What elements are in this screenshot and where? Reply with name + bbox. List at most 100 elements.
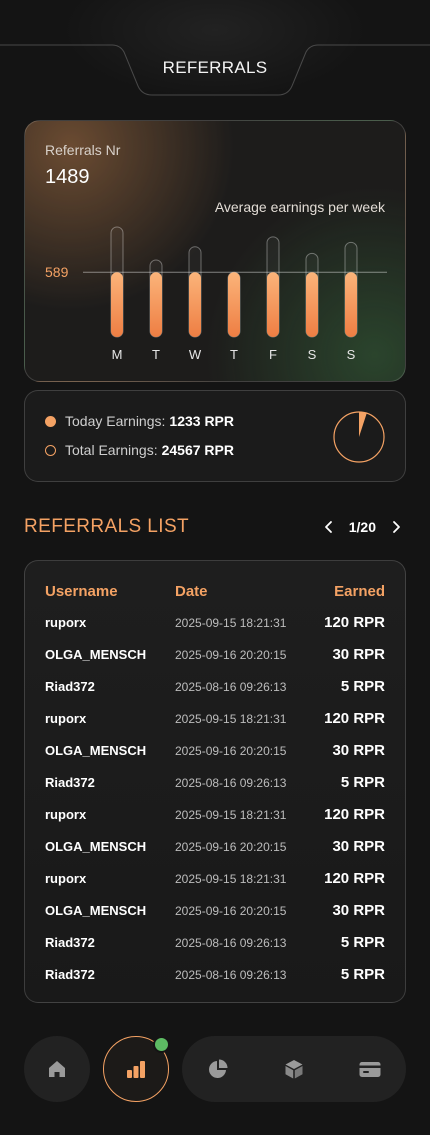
nav-pie-button[interactable] [190,1036,246,1102]
header-tab-outline [0,44,430,96]
table-row[interactable]: ruporx 2025-09-15 18:21:31 120 RPR [25,799,405,831]
x-tick-label: M [112,347,123,362]
date-cell: 2025-08-16 09:26:13 [175,776,287,790]
bar-5[interactable] [306,272,318,337]
table-row[interactable]: Riad372 2025-08-16 09:26:13 5 RPR [25,767,405,799]
notification-badge [153,1036,170,1053]
x-tick-label: F [269,347,277,362]
username-cell: ruporx [45,711,87,726]
table-row[interactable]: Riad372 2025-08-16 09:26:13 5 RPR [25,671,405,703]
column-header-date[interactable]: Date [175,583,208,600]
date-cell: 2025-08-16 09:26:13 [175,936,287,950]
referrals-label: Referrals Nr [45,142,121,158]
column-header-username[interactable]: Username [45,583,118,600]
earned-cell: 120 RPR [324,806,385,823]
pagination: 1/20 [319,516,406,538]
x-tick-label: W [189,347,202,362]
date-cell: 2025-09-15 18:21:31 [175,616,287,630]
bar-0[interactable] [111,272,123,337]
date-cell: 2025-08-16 09:26:13 [175,680,287,694]
earned-cell: 30 RPR [332,742,385,759]
table-row[interactable]: ruporx 2025-09-15 18:21:31 120 RPR [25,863,405,895]
total-dot-icon [45,444,56,456]
home-icon [49,1061,65,1077]
average-earnings-label: Average earnings per week [214,199,385,215]
bar-1[interactable] [150,272,162,337]
table-row[interactable]: OLGA_MENSCH 2025-09-16 20:20:15 30 RPR [25,895,405,927]
referrals-table: Username Date Earned ruporx 2025-09-15 18… [24,560,406,1003]
previous-page-button[interactable] [319,517,339,537]
earned-cell: 30 RPR [332,902,385,919]
total-earnings-label: Total Earnings: [65,442,158,458]
x-tick-label: T [230,347,238,362]
date-cell: 2025-09-16 20:20:15 [175,840,287,854]
bar-4[interactable] [267,272,279,337]
earned-cell: 30 RPR [332,838,385,855]
username-cell: Riad372 [45,935,95,950]
x-tick-label: T [152,347,160,362]
date-cell: 2025-09-15 18:21:31 [175,808,287,822]
earned-cell: 120 RPR [324,710,385,727]
bar-chart-icon [127,1061,145,1078]
nav-group [182,1036,406,1102]
today-dot-icon [45,415,56,427]
chevron-right-icon [393,521,400,533]
table-row[interactable]: OLGA_MENSCH 2025-09-16 20:20:15 30 RPR [25,735,405,767]
table-row[interactable]: Riad372 2025-08-16 09:26:13 5 RPR [25,927,405,959]
earned-cell: 5 RPR [340,934,385,951]
table-row[interactable]: ruporx 2025-09-15 18:21:31 120 RPR [25,703,405,735]
referrals-card: 589 M T W T F S S Referrals Nr 1489 Average ear… [24,120,406,382]
next-page-button[interactable] [386,517,406,537]
chevron-left-icon [324,521,332,533]
earned-cell: 120 RPR [324,614,385,631]
today-earnings-row: Today Earnings: 1233 RPR [45,413,234,429]
username-cell: Riad372 [45,967,95,982]
earnings-bar-chart: 589 M T W T F S S [45,226,387,362]
table-row[interactable]: OLGA_MENSCH 2025-09-16 20:20:15 30 RPR [25,639,405,671]
earnings-card: Today Earnings: 1233 RPR Total Earnings:… [24,390,406,482]
bar-3[interactable] [228,272,240,337]
nav-home-button[interactable] [24,1036,90,1102]
pie-chart-icon [209,1059,228,1078]
cube-icon [285,1060,303,1079]
username-cell: OLGA_MENSCH [45,647,147,662]
x-tick-label: S [308,347,317,362]
username-cell: Riad372 [45,775,95,790]
page-title: REFERRALS [162,58,268,77]
referrals-list-title: REFERRALS LIST [24,516,190,537]
username-cell: OLGA_MENSCH [45,903,147,918]
username-cell: ruporx [45,807,87,822]
card-icon [359,1062,381,1077]
username-cell: OLGA_MENSCH [45,839,147,854]
date-cell: 2025-09-16 20:20:15 [175,904,287,918]
column-header-earned[interactable]: Earned [334,583,385,600]
username-cell: ruporx [45,615,87,630]
table-row[interactable]: Riad372 2025-08-16 09:26:13 5 RPR [25,959,405,991]
date-cell: 2025-09-16 20:20:15 [175,744,287,758]
bar-2[interactable] [189,272,201,337]
average-value-label: 589 [45,264,69,280]
total-earnings-row: Total Earnings: 24567 RPR [45,442,234,458]
username-cell: OLGA_MENSCH [45,743,147,758]
referrals-count: 1489 [45,166,90,188]
table-row[interactable]: ruporx 2025-09-15 18:21:31 120 RPR [25,607,405,639]
earned-cell: 5 RPR [340,678,385,695]
date-cell: 2025-09-15 18:21:31 [175,712,287,726]
today-earnings-value: 1233 RPR [169,413,234,429]
header: REFERRALS [0,0,430,100]
earned-cell: 30 RPR [332,646,385,663]
total-earnings-value: 24567 RPR [161,442,234,458]
date-cell: 2025-08-16 09:26:13 [175,968,287,982]
earnings-pie-icon [333,411,385,463]
username-cell: ruporx [45,871,87,886]
nav-cube-button[interactable] [266,1036,322,1102]
page-indicator: 1/20 [348,519,376,535]
username-cell: Riad372 [45,679,95,694]
x-tick-label: S [347,347,356,362]
date-cell: 2025-09-15 18:21:31 [175,872,287,886]
earned-cell: 5 RPR [340,966,385,983]
nav-card-button[interactable] [342,1036,398,1102]
table-row[interactable]: OLGA_MENSCH 2025-09-16 20:20:15 30 RPR [25,831,405,863]
bar-6[interactable] [345,272,357,337]
earned-cell: 120 RPR [324,870,385,887]
